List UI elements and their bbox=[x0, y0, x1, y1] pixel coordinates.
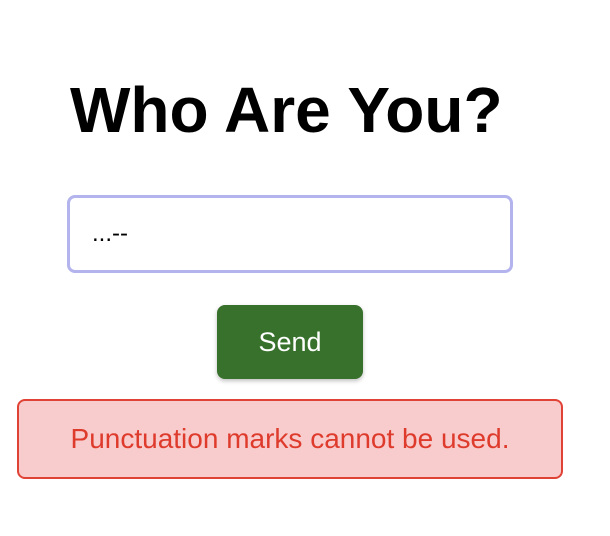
name-input[interactable] bbox=[67, 195, 513, 273]
send-button[interactable]: Send bbox=[217, 305, 363, 379]
error-message: Punctuation marks cannot be used. bbox=[17, 399, 563, 479]
error-message-text: Punctuation marks cannot be used. bbox=[70, 423, 510, 454]
page-title: Who Are You? bbox=[70, 74, 503, 146]
